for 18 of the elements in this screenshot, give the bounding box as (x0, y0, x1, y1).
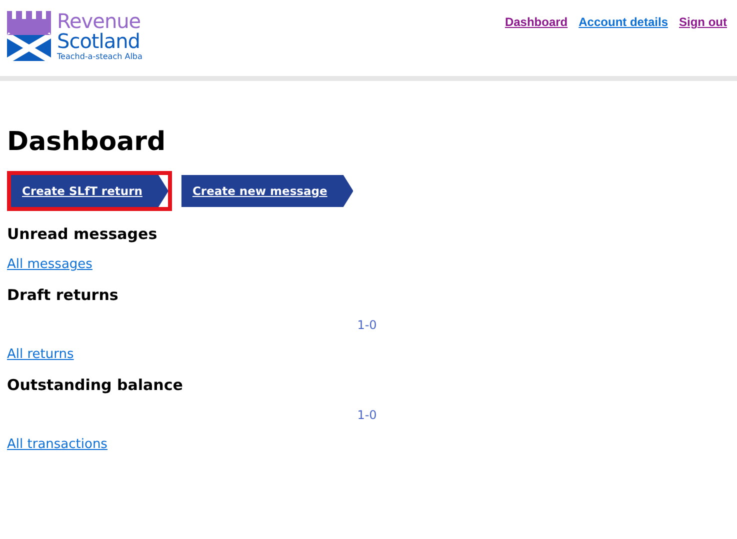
section-link[interactable]: All transactions (7, 437, 108, 452)
logo-wordmark: Scotland (57, 31, 140, 51)
action-button[interactable]: Create SLfT return (11, 175, 168, 207)
castle-saltire-icon (7, 11, 51, 61)
section-heading: Draft returns (7, 285, 120, 306)
action-button[interactable]: Create new message (181, 175, 354, 207)
section-link[interactable]: All returns (7, 347, 74, 362)
section-link[interactable]: All messages (7, 257, 92, 272)
nav-link[interactable]: Account details (578, 15, 668, 30)
section-heading: Outstanding balance (7, 375, 184, 396)
nav-link[interactable]: Sign out (679, 15, 727, 30)
section-heading: Unread messages (7, 224, 158, 245)
logo-tagline: Teachd-a-steach Alba (57, 53, 142, 61)
page-title: Dashboard (7, 126, 167, 159)
pagination-text: 1-0 (357, 408, 377, 422)
pagination-text: 1-0 (357, 318, 377, 332)
logo-wordmark: Revenue (57, 11, 142, 31)
nav-link[interactable]: Dashboard (504, 15, 568, 30)
